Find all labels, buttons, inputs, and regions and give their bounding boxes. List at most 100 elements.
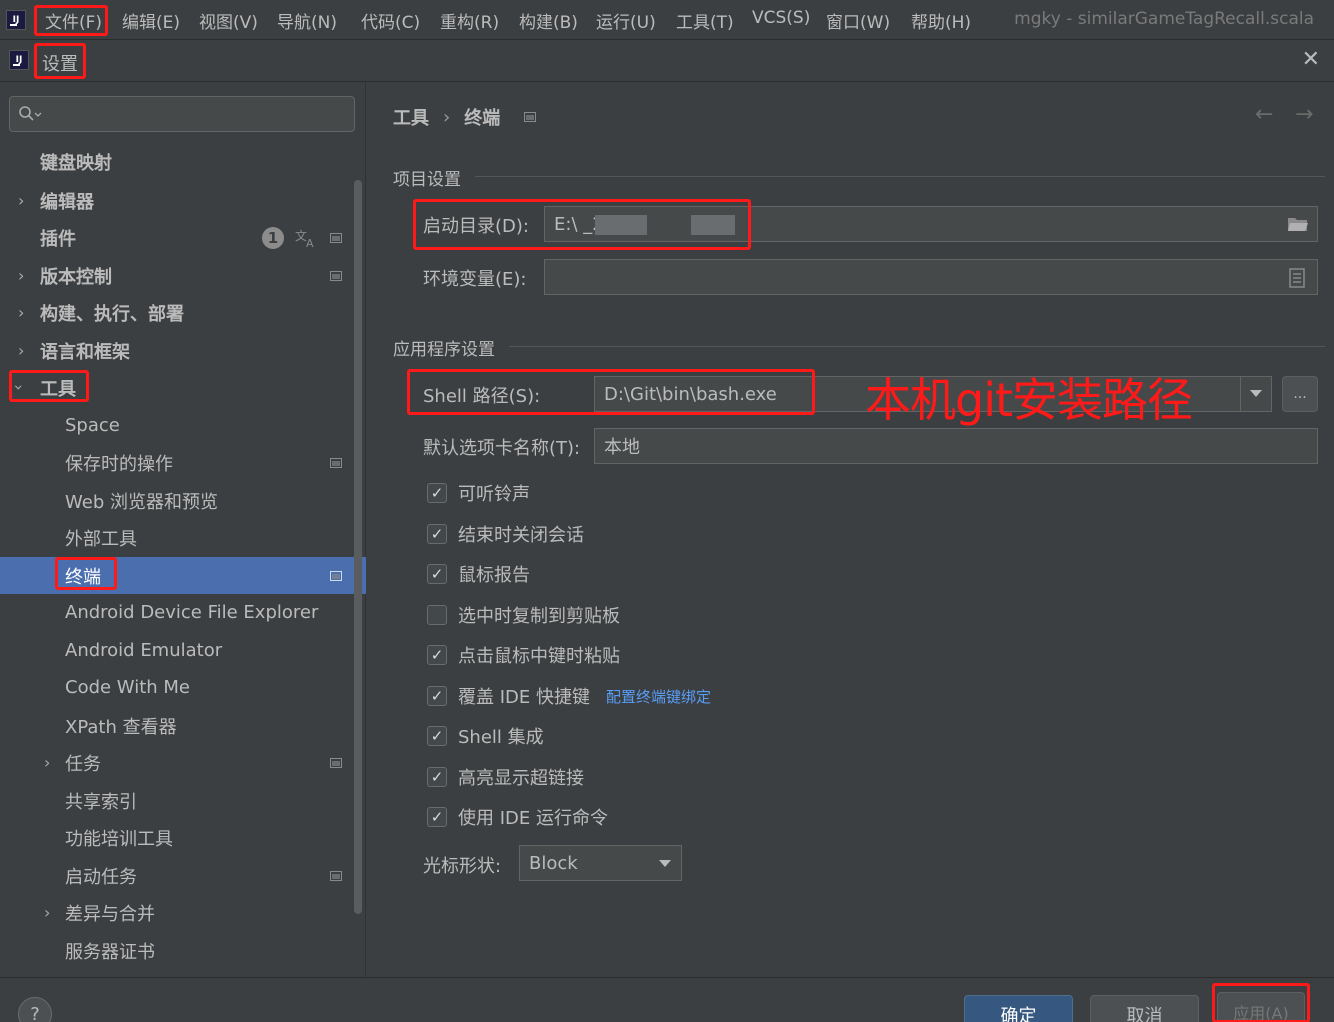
sidebar-item-label: Space [65,415,120,436]
project-level-icon [524,112,537,122]
annotation-text: 本机git安装路径 [865,373,1193,427]
sidebar-item-label: 构建、执行、部署 [40,303,184,325]
sidebar-item-space[interactable]: Space [0,407,366,444]
settings-search-input[interactable] [9,96,355,132]
cursor-shape-label: 光标形状: [423,856,502,877]
checkbox-close-session[interactable]: ✓ 结束时关闭会话 [427,519,584,549]
menu-run[interactable]: 运行(U) [596,8,656,33]
menu-build[interactable]: 构建(B) [519,8,578,33]
checkbox-icon[interactable]: ✓ [427,645,447,665]
sidebar-item-server-certificates[interactable]: 服务器证书 [0,932,366,969]
sidebar-item-vcs[interactable]: › 版本控制 [0,257,366,294]
checkbox-icon[interactable]: ✓ [427,524,447,544]
chevron-right-icon[interactable]: › [18,266,24,285]
checkbox-mouse-reporting[interactable]: ✓ 鼠标报告 [427,559,530,589]
ok-button[interactable]: 确定 [964,995,1073,1022]
project-level-icon [330,457,342,468]
sidebar-item-label: 服务器证书 [65,941,155,963]
menu-navigate[interactable]: 导航(N) [277,8,337,33]
menu-refactor[interactable]: 重构(R) [440,8,499,33]
project-level-icon [330,757,342,768]
close-icon[interactable]: ✕ [1302,47,1320,72]
chevron-right-icon[interactable]: › [18,341,24,360]
separator [475,176,1325,177]
sidebar-item-diff-merge[interactable]: › 差异与合并 [0,894,366,931]
sidebar-item-label: Code With Me [65,677,190,698]
checkbox-label: 结束时关闭会话 [458,525,584,546]
cursor-shape-select[interactable]: Block [519,845,682,881]
checkbox-paste-middle-click[interactable]: ✓ 点击鼠标中键时粘贴 [427,640,620,670]
checkbox-highlight-hyperlinks[interactable]: ✓ 高亮显示超链接 [427,762,584,792]
update-count-badge: 1 [262,226,284,249]
sidebar-item-languages[interactable]: › 语言和框架 [0,332,366,369]
sidebar-item-plugins[interactable]: 插件 1 文 A [0,219,366,256]
sidebar-item-label: 语言和框架 [40,341,130,363]
checkbox-icon[interactable]: ✓ [427,483,447,503]
menu-vcs[interactable]: VCS(S) [752,8,810,28]
chevron-right-icon[interactable]: › [18,303,24,322]
checkbox-override-ide-shortcuts[interactable]: ✓ 覆盖 IDE 快捷键 配置终端键绑定 [427,681,711,711]
highlight-box [407,369,815,415]
sidebar-item-xpath-viewer[interactable]: XPath 查看器 [0,707,366,744]
document-icon[interactable] [1289,268,1305,288]
sidebar-item-actions-on-save[interactable]: 保存时的操作 [0,444,366,481]
menu-tools[interactable]: 工具(T) [676,8,734,33]
sidebar-item-code-with-me[interactable]: Code With Me [0,669,366,706]
menu-help[interactable]: 帮助(H) [911,8,971,33]
checkbox-icon[interactable]: ✓ [427,726,447,746]
sidebar-item-shared-indexes[interactable]: 共享索引 [0,782,366,819]
checkbox-run-commands-ide[interactable]: ✓ 使用 IDE 运行命令 [427,802,608,832]
breadcrumb-parent[interactable]: 工具 [393,104,429,130]
browse-button[interactable]: ... [1282,376,1318,412]
sidebar-item-label: 外部工具 [65,528,137,550]
sidebar-item-external-tools[interactable]: 外部工具 [0,519,366,556]
project-level-icon [330,570,342,581]
checkbox-audible-bell[interactable]: ✓ 可听铃声 [427,478,530,508]
sidebar-item-label: 功能培训工具 [65,828,173,850]
sidebar-item-label: Android Emulator [65,640,223,661]
intellij-logo-icon: IJ [9,50,29,70]
configure-keybindings-link[interactable]: 配置终端键绑定 [606,686,711,707]
checkbox-copy-on-selection[interactable]: 选中时复制到剪贴板 [427,600,620,630]
checkbox-icon[interactable]: ✓ [427,767,447,787]
default-tab-name-field[interactable]: 本地 [594,428,1318,464]
chevron-down-icon [1250,390,1262,397]
menu-edit[interactable]: 编辑(E) [122,8,180,33]
project-level-icon [330,870,342,881]
checkbox-icon[interactable]: ✓ [427,807,447,827]
forward-arrow-icon[interactable]: → [1295,102,1313,127]
menu-window[interactable]: 窗口(W) [826,8,890,33]
search-icon [19,106,42,121]
sidebar-item-editor[interactable]: › 编辑器 [0,182,366,219]
checkbox-icon[interactable]: ✓ [427,686,447,706]
checkbox-icon[interactable]: ✓ [427,564,447,584]
sidebar-scrollbar[interactable] [354,180,362,914]
checkbox-label: 高亮显示超链接 [458,768,584,789]
sidebar-item-label: 键盘映射 [40,152,112,174]
sidebar-item-android-device-file-explorer[interactable]: Android Device File Explorer [0,594,366,631]
env-vars-field[interactable] [544,259,1318,295]
highlight-box [34,5,108,36]
chevron-right-icon[interactable]: › [44,903,50,922]
chevron-right-icon[interactable]: › [44,753,50,772]
cursor-shape-value: Block [529,852,578,874]
sidebar-item-build[interactable]: › 构建、执行、部署 [0,294,366,331]
sidebar-item-startup-tasks[interactable]: 启动任务 [0,857,366,894]
help-button[interactable]: ? [18,997,52,1022]
cancel-button[interactable]: 取消 [1090,995,1199,1022]
sidebar-item-feature-trainer[interactable]: 功能培训工具 [0,819,366,856]
menu-view[interactable]: 视图(V) [199,8,258,33]
folder-icon[interactable] [1287,215,1309,233]
sidebar-item-keymap[interactable]: 键盘映射 [0,143,366,180]
checkbox-label: 可听铃声 [458,484,530,505]
sidebar-item-tasks[interactable]: › 任务 [0,744,366,781]
checkbox-icon[interactable] [427,605,447,625]
chevron-right-icon[interactable]: › [18,191,24,210]
back-arrow-icon[interactable]: ← [1255,102,1273,127]
sidebar-item-web-browsers[interactable]: Web 浏览器和预览 [0,482,366,519]
sidebar-item-android-emulator[interactable]: Android Emulator [0,632,366,669]
checkbox-shell-integration[interactable]: ✓ Shell 集成 [427,721,544,751]
intellij-logo-icon: IJ [6,10,26,30]
shell-path-dropdown-button[interactable] [1240,376,1272,412]
menu-code[interactable]: 代码(C) [361,8,420,33]
